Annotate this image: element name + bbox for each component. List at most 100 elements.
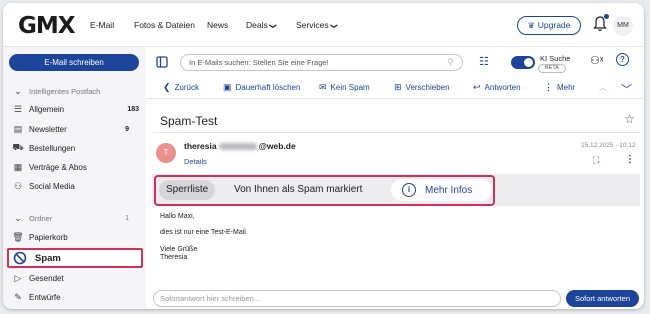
sidebar-item-label: Entwürfe: [29, 292, 61, 302]
reply-label: Antworten: [484, 83, 521, 92]
beta-badge: BETA: [538, 64, 566, 73]
nav-news[interactable]: News: [207, 20, 228, 30]
blocklist-chip[interactable]: Sperrliste: [159, 180, 216, 200]
not-spam-button[interactable]: ✉ Kein Spam: [319, 82, 370, 93]
sent-icon: ▷: [14, 272, 22, 283]
nav-photos-label: Fotos & Dateien: [134, 20, 195, 30]
move-folder-icon: ⊞: [394, 82, 402, 92]
upgrade-button[interactable]: ♛ Upgrade: [517, 16, 581, 35]
ai-search-label: KI Suche: [540, 54, 571, 63]
filter-icon[interactable]: ☷: [479, 55, 489, 68]
folders-label: Ordner: [29, 213, 53, 223]
newsletter-icon: ▤: [13, 123, 23, 134]
message-toolbar: ❮ Zurück ▣ Dauerhaft löschen ✉ Kein Spam ⊞ V…: [146, 77, 644, 99]
quick-reply-placeholder: Sofortantwort hier schreiben...: [160, 294, 261, 303]
message-date: 15.12.2025 - 10:12: [581, 142, 636, 149]
delete-permanently-button[interactable]: ▣ Dauerhaft löschen: [223, 82, 300, 93]
body-signature: Theresia: [160, 254, 188, 261]
previous-message-icon[interactable]: ︿: [599, 82, 607, 93]
back-icon: ❮: [163, 82, 171, 92]
sender-name: theresia: [184, 141, 217, 151]
mail-check-icon: ✉: [319, 82, 327, 92]
body-greeting: Hallo Maxi,: [160, 213, 195, 220]
nav-services[interactable]: Services❯: [296, 20, 337, 30]
back-label: Zurück: [174, 83, 199, 92]
sidebar-item-label: Verträge & Abos: [29, 162, 87, 172]
sidebar-item-entwuerfe[interactable]: ✎ Entwürfe: [11, 288, 139, 306]
social-icon: ⚇: [13, 180, 23, 191]
redacted-text: [218, 143, 257, 151]
more-vertical-icon[interactable]: ⋮: [625, 154, 635, 165]
spam-icon: [13, 251, 27, 265]
chevron-down-icon: ⌄: [14, 85, 22, 96]
sidebar-item-bestellungen[interactable]: ⛟ Bestellungen: [11, 139, 139, 157]
smart-inbox-label: Intelligentes Postfach: [29, 86, 101, 96]
ai-search-toggle[interactable]: [511, 56, 535, 69]
contacts-icon[interactable]: ⚇ˣ: [590, 54, 603, 67]
help-icon[interactable]: ?: [616, 53, 629, 66]
chevron-down-icon: ❯: [329, 23, 337, 29]
nav-email[interactable]: E-Mail: [90, 20, 114, 30]
search-row: In E-Mails suchen: Stellen Sie eine Frag…: [146, 47, 644, 77]
sidebar-item-label: Bestellungen: [29, 143, 76, 153]
search-input[interactable]: In E-Mails suchen: Stellen Sie eine Frag…: [180, 54, 463, 71]
upgrade-label: Upgrade: [537, 20, 571, 30]
sidebar-item-newsletter[interactable]: ▤ Newsletter 9: [11, 120, 139, 138]
sidebar-item-vertraege[interactable]: ▦ Verträge & Abos: [11, 158, 139, 176]
trash-icon: 🗑: [12, 231, 24, 242]
nav-photos[interactable]: Fotos & Dateien: [134, 20, 195, 30]
search-icon[interactable]: ⚲: [447, 55, 454, 70]
unread-count: 183: [127, 105, 139, 113]
nav-deals[interactable]: Deals❯: [246, 20, 276, 30]
sender-address[interactable]: theresia @web.de: [184, 141, 296, 151]
quick-reply-button[interactable]: Sofort antworten: [566, 290, 639, 307]
cart-icon: ⛟: [12, 142, 24, 152]
sidebar-item-papierkorb[interactable]: 🗑 Papierkorb: [11, 228, 139, 246]
crown-icon: ♛: [527, 21, 535, 30]
folders-count: 1: [125, 214, 129, 222]
sidebar-item-spam[interactable]: Spam: [7, 248, 143, 268]
more-info-button[interactable]: i Mehr Infos: [391, 179, 492, 201]
more-info-label: Mehr Infos: [425, 184, 473, 196]
more-label: Mehr: [557, 83, 576, 92]
sidebar-item-label: Papierkorb: [29, 232, 68, 242]
compose-button[interactable]: E-Mail schreiben: [9, 54, 139, 71]
more-vertical-icon: ⋮: [544, 82, 553, 92]
reply-icon: ↩: [473, 82, 481, 92]
info-icon: i: [402, 183, 416, 197]
move-button[interactable]: ⊞ Verschieben: [394, 82, 450, 93]
nav-email-label: E-Mail: [90, 20, 115, 30]
chevron-down-icon: ⌄: [14, 212, 22, 223]
sidebar-item-gesendet[interactable]: ▷ Gesendet: [11, 269, 139, 287]
sidebar-toggle-icon[interactable]: [156, 56, 168, 68]
sidebar-item-label: Gesendet: [29, 273, 64, 283]
nav-news-label: News: [207, 20, 229, 30]
next-message-icon[interactable]: ﹀: [621, 81, 632, 97]
sender-domain: @web.de: [258, 141, 296, 151]
smart-inbox-group[interactable]: ⌄ Intelligentes Postfach: [11, 82, 139, 100]
sidebar-item-label: Social Media: [29, 181, 75, 191]
details-link[interactable]: Details: [184, 157, 207, 166]
contract-icon: ▦: [13, 161, 23, 172]
folders-group[interactable]: ⌄ Ordner 1: [11, 209, 139, 227]
list-icon: ☰: [13, 103, 23, 114]
not-spam-label: Kein Spam: [330, 83, 370, 92]
user-avatar[interactable]: MM: [613, 16, 633, 36]
back-button[interactable]: ❮ Zurück: [163, 82, 199, 93]
expand-icon[interactable]: ⛶: [593, 155, 599, 166]
sidebar-item-label: Allgemein: [29, 104, 65, 114]
spam-notice-text: Von Ihnen als Spam markiert: [234, 184, 363, 195]
notification-dot: [604, 14, 609, 19]
app-window: GMX E-Mail Fotos & Dateien News Deals❯ S…: [3, 3, 644, 309]
sidebar-item-allgemein[interactable]: ☰ Allgemein 183: [11, 100, 139, 118]
gmx-logo[interactable]: GMX: [18, 13, 75, 39]
star-icon[interactable]: ☆: [624, 112, 635, 126]
quick-reply-input[interactable]: Sofortantwort hier schreiben...: [153, 290, 561, 307]
sidebar-item-social-media[interactable]: ⚇ Social Media: [11, 177, 139, 195]
sidebar: E-Mail schreiben ⌄ Intelligentes Postfach…: [3, 47, 146, 309]
reply-button[interactable]: ↩ Antworten: [473, 82, 521, 93]
delete-label: Dauerhaft löschen: [235, 83, 301, 92]
more-button[interactable]: ⋮ Mehr: [544, 82, 575, 93]
message-subject: Spam-Test: [160, 114, 218, 128]
search-placeholder: In E-Mails suchen: Stellen Sie eine Frag…: [189, 58, 329, 67]
